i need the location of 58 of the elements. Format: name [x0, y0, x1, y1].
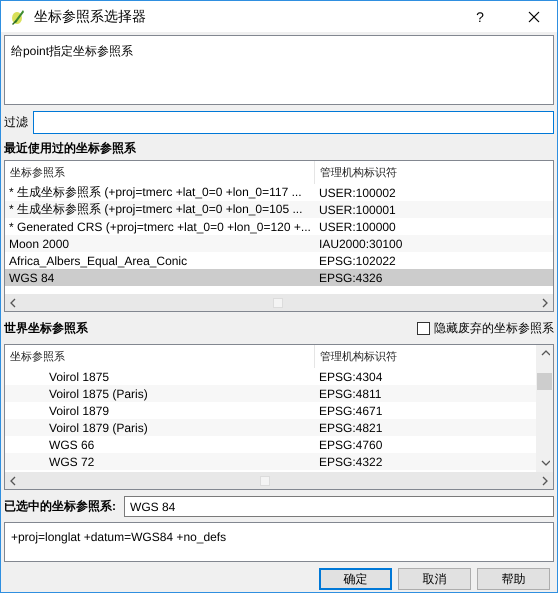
scrollbar-thumb[interactable]: [260, 476, 270, 486]
crs-name-cell-text: WGS 84: [8, 270, 56, 284]
crs-name-cell-text: * 生成坐标参照系 (+proj=tmerc +lat_0=0 +lon_0=117 ...: [8, 184, 303, 201]
help-button[interactable]: ?: [457, 1, 503, 32]
authority-id-cell-text: EPSG:4304: [318, 370, 384, 384]
selected-crs-label: 已选中的坐标参照系:: [4, 498, 116, 515]
horizontal-scrollbar[interactable]: [5, 294, 553, 311]
authority-id-cell-text: EPSG:4760: [318, 438, 384, 452]
vertical-scrollbar[interactable]: [536, 345, 553, 472]
table-row[interactable]: WGS 84 EPSG:4326: [5, 269, 553, 286]
authority-id-cell-text: EPSG:102022: [318, 254, 397, 268]
authority-id-cell-text: USER:100001: [318, 202, 397, 216]
section-title: 最近使用过的坐标参照系: [4, 140, 136, 156]
scroll-right-icon[interactable]: [540, 296, 550, 308]
column-header[interactable]: 管理机构标识符: [315, 161, 553, 184]
section-title: 世界坐标参照系: [4, 320, 88, 336]
authority-id-cell-text: IAU2000:30100: [318, 236, 404, 250]
crs-name-cell-text: Voirol 1875: [48, 370, 110, 384]
scrollbar-thumb[interactable]: [537, 373, 552, 390]
authority-id-cell-text: EPSG:4671: [318, 404, 384, 418]
selected-crs-field[interactable]: WGS 84: [124, 496, 554, 517]
proj-definition-text: +proj=longlat +datum=WGS84 +no_defs: [11, 530, 226, 544]
table-row[interactable]: Moon 2000 IAU2000:30100: [5, 235, 553, 252]
table-row[interactable]: * 生成坐标参照系 (+proj=tmerc +lat_0=0 +lon_0=105 ... USER:100001: [5, 201, 553, 218]
scroll-left-icon[interactable]: [8, 474, 18, 486]
crs-name-cell-text: * Generated CRS (+proj=tmerc +lat_0=0 +lon_0=120 +...: [8, 220, 312, 234]
dialog-button[interactable]: 帮助: [477, 568, 550, 590]
window-title: 坐标参照系选择器: [34, 8, 147, 26]
crs-name-cell-text: Voirol 1875 (Paris): [48, 386, 149, 400]
checkbox-box[interactable]: [417, 322, 430, 334]
crs-name-cell-text: WGS 66: [48, 438, 96, 452]
crs-name-cell-text: Voirol 1879 (Paris): [48, 420, 149, 434]
crs-name-cell-text: * 生成坐标参照系 (+proj=tmerc +lat_0=0 +lon_0=105 ...: [8, 201, 304, 218]
authority-id-cell-text: USER:100002: [318, 186, 397, 200]
scroll-right-icon[interactable]: [540, 474, 550, 486]
crs-name-cell-text: Voirol 1879: [48, 404, 110, 418]
authority-id-cell-text: EPSG:4811: [318, 386, 382, 400]
scrollbar-thumb[interactable]: [273, 298, 283, 308]
authority-id-cell-text: EPSG:4322: [318, 454, 384, 468]
crs-name-cell-text: Moon 2000: [8, 236, 70, 250]
table-row[interactable]: Voirol 1875 (Paris) EPSG:4811: [5, 385, 536, 402]
authority-id-cell-text: USER:100000: [318, 220, 397, 234]
table-row[interactable]: WGS 72 EPSG:4322: [5, 453, 536, 470]
dialog-button[interactable]: 确定: [319, 568, 392, 590]
authority-id-cell-text: EPSG:4821: [318, 420, 384, 434]
app-logo-icon: [10, 8, 26, 26]
close-icon: [528, 10, 540, 22]
horizontal-scrollbar[interactable]: [5, 472, 553, 489]
filter-field[interactable]: [33, 111, 554, 134]
dialog-button[interactable]: 取消: [398, 568, 471, 590]
description-text: 给point指定坐标参照系: [11, 44, 134, 58]
crs-name-cell-text: WGS 72: [48, 454, 96, 468]
crs-name-cell-text: Africa_Albers_Equal_Area_Conic: [8, 254, 188, 268]
scroll-left-icon[interactable]: [8, 296, 18, 308]
table-row[interactable]: Voirol 1879 (Paris) EPSG:4821: [5, 419, 536, 436]
authority-id-cell-text: EPSG:4326: [318, 270, 384, 284]
filter-label: 过滤: [4, 114, 28, 131]
column-header[interactable]: 管理机构标识符: [315, 345, 536, 368]
